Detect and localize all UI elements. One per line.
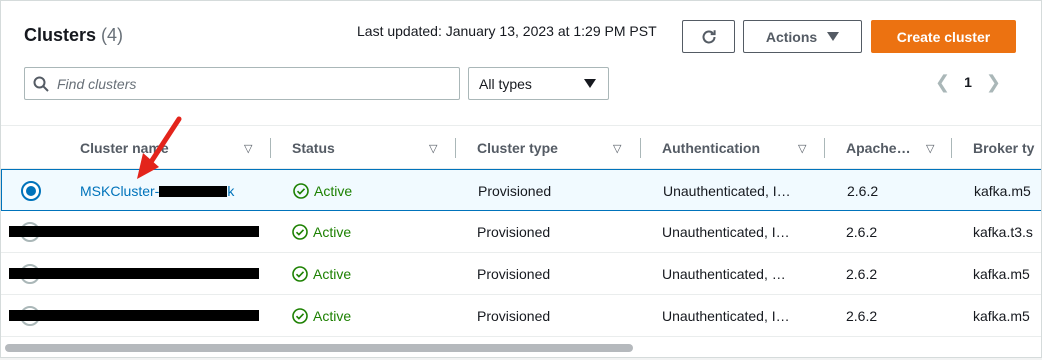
authentication: Unauthenticated, … bbox=[662, 266, 786, 282]
sort-icon[interactable]: ▽ bbox=[429, 142, 437, 155]
cluster-type: Provisioned bbox=[478, 183, 552, 199]
column-header-broker-type[interactable]: Broker ty bbox=[973, 126, 1034, 170]
sort-icon[interactable]: ▽ bbox=[798, 142, 806, 155]
column-header-apache-version[interactable]: Apache… bbox=[846, 126, 911, 170]
column-header-type[interactable]: Cluster type bbox=[477, 126, 558, 170]
column-label: Authentication bbox=[662, 140, 760, 156]
cluster-count: (4) bbox=[101, 25, 124, 45]
cluster-type: Provisioned bbox=[477, 266, 551, 282]
radio-dot bbox=[26, 186, 36, 196]
status-badge: Active bbox=[293, 170, 352, 212]
pagination: ❮ 1 ❯ bbox=[935, 73, 1001, 91]
cluster-name-suffix: k bbox=[227, 183, 235, 199]
sort-icon[interactable]: ▽ bbox=[613, 142, 621, 155]
check-circle-icon bbox=[293, 183, 309, 199]
actions-label: Actions bbox=[765, 28, 818, 45]
status-text: Active bbox=[313, 266, 352, 282]
table-row[interactable]: Active Provisioned Unauthenticated, I… 2… bbox=[1, 295, 1041, 337]
table-row[interactable]: Active Provisioned Unauthenticated, I… 2… bbox=[1, 211, 1041, 253]
table-header: Cluster name ▽ Status ▽ Cluster type ▽ A… bbox=[1, 125, 1041, 170]
broker-type: kafka.m5 bbox=[974, 183, 1031, 199]
check-circle-icon bbox=[292, 224, 308, 240]
refresh-icon bbox=[702, 29, 716, 43]
search-icon bbox=[33, 76, 49, 92]
table-row[interactable]: Active Provisioned Unauthenticated, … 2.… bbox=[1, 253, 1041, 295]
column-label: Apache… bbox=[846, 140, 911, 156]
search-input[interactable]: Find clusters bbox=[24, 67, 460, 100]
table-row[interactable]: MSKCluster-k Active Provisioned Unauthen… bbox=[1, 169, 1041, 212]
column-label: Broker ty bbox=[973, 140, 1035, 156]
caret-down-icon bbox=[827, 31, 840, 41]
cluster-type-select[interactable]: All types bbox=[468, 67, 609, 100]
authentication: Unauthenticated, I… bbox=[662, 308, 790, 324]
status-badge: Active bbox=[292, 211, 351, 253]
column-divider[interactable] bbox=[824, 138, 825, 158]
check-circle-icon bbox=[292, 266, 308, 282]
column-header-authentication[interactable]: Authentication bbox=[662, 126, 760, 170]
title-text: Clusters bbox=[24, 25, 97, 45]
chevron-left-icon[interactable]: ❮ bbox=[935, 73, 950, 91]
apache-version: 2.6.2 bbox=[847, 183, 879, 199]
apache-version: 2.6.2 bbox=[846, 308, 878, 324]
apache-version: 2.6.2 bbox=[846, 266, 878, 282]
broker-type: kafka.m5 bbox=[973, 266, 1030, 282]
redaction-bar bbox=[9, 310, 259, 321]
page-title: Clusters (4) bbox=[24, 25, 123, 46]
last-updated-text: Last updated: January 13, 2023 at 1:29 P… bbox=[357, 23, 657, 39]
chevron-right-icon[interactable]: ❯ bbox=[986, 73, 1001, 91]
check-circle-icon bbox=[292, 308, 308, 324]
create-cluster-button[interactable]: Create cluster bbox=[871, 20, 1016, 53]
actions-button[interactable]: Actions bbox=[743, 20, 862, 53]
cluster-type: Provisioned bbox=[477, 224, 551, 240]
page-number[interactable]: 1 bbox=[964, 74, 972, 90]
cluster-name: MSKCluster- bbox=[80, 183, 160, 199]
column-header-status[interactable]: Status bbox=[292, 126, 335, 170]
refresh-button[interactable] bbox=[682, 20, 735, 53]
column-label: Cluster name bbox=[80, 140, 169, 156]
horizontal-scrollbar[interactable] bbox=[5, 344, 633, 352]
caret-down-icon bbox=[584, 78, 596, 88]
cluster-name-link[interactable]: MSKCluster-k bbox=[80, 170, 234, 212]
authentication: Unauthenticated, I… bbox=[662, 224, 790, 240]
status-badge: Active bbox=[292, 295, 351, 337]
column-label: Cluster type bbox=[477, 140, 558, 156]
redaction-bar bbox=[159, 185, 228, 197]
broker-type: kafka.t3.s bbox=[973, 224, 1033, 240]
cluster-type: Provisioned bbox=[477, 308, 551, 324]
redaction-bar bbox=[9, 226, 259, 237]
clusters-panel: Clusters (4) Last updated: January 13, 2… bbox=[0, 0, 1042, 358]
status-text: Active bbox=[313, 224, 352, 240]
column-label: Status bbox=[292, 140, 335, 156]
column-divider[interactable] bbox=[951, 138, 952, 158]
authentication: Unauthenticated, I… bbox=[663, 183, 791, 199]
status-text: Active bbox=[313, 308, 352, 324]
broker-type: kafka.m5 bbox=[973, 308, 1030, 324]
sort-icon[interactable]: ▽ bbox=[244, 142, 252, 155]
select-value: All types bbox=[479, 75, 532, 92]
status-badge: Active bbox=[292, 253, 351, 295]
clusters-table: Cluster name ▽ Status ▽ Cluster type ▽ A… bbox=[1, 125, 1041, 337]
status-text: Active bbox=[314, 183, 353, 199]
search-placeholder: Find clusters bbox=[57, 75, 137, 92]
column-divider[interactable] bbox=[455, 138, 456, 158]
sort-icon[interactable]: ▽ bbox=[926, 142, 934, 155]
apache-version: 2.6.2 bbox=[846, 224, 878, 240]
column-divider[interactable] bbox=[640, 138, 641, 158]
redaction-bar bbox=[9, 268, 259, 279]
column-header-name[interactable]: Cluster name bbox=[80, 126, 169, 170]
row-radio[interactable] bbox=[21, 181, 41, 201]
column-divider[interactable] bbox=[270, 138, 271, 158]
